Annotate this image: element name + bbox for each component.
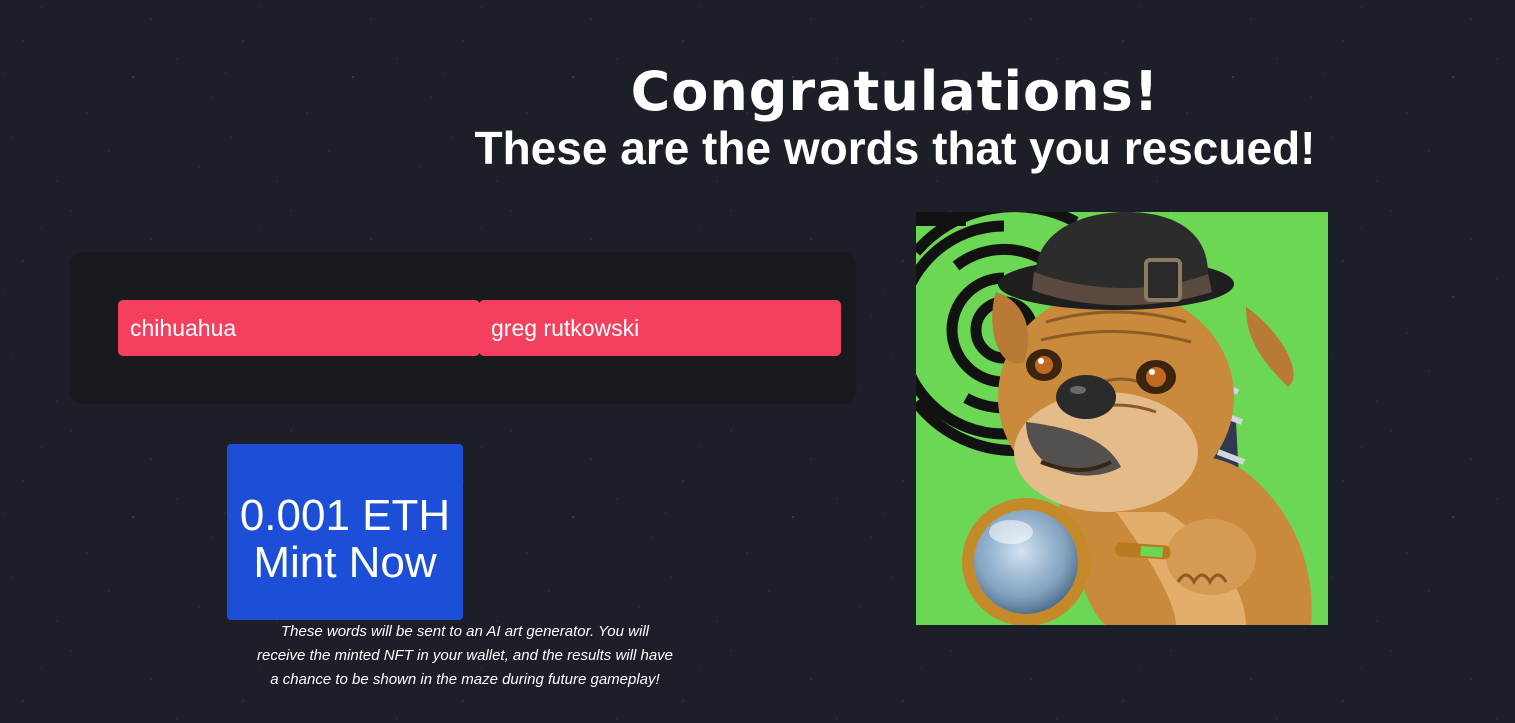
mint-disclaimer: These words will be sent to an AI art ge… <box>256 623 673 688</box>
bulldog-detective-image <box>916 212 1328 625</box>
word-chip: greg rutkowski <box>479 300 841 356</box>
rescued-words-panel: chihuahua greg rutkowski <box>70 252 856 404</box>
congratulations-heading: Congratulations! <box>630 60 1160 123</box>
word-chip: chihuahua <box>118 300 480 356</box>
mint-now-button[interactable]: 0.001 ETH Mint Now <box>227 444 463 620</box>
rescued-words-subheading: These are the words that you rescued! <box>474 122 1316 174</box>
